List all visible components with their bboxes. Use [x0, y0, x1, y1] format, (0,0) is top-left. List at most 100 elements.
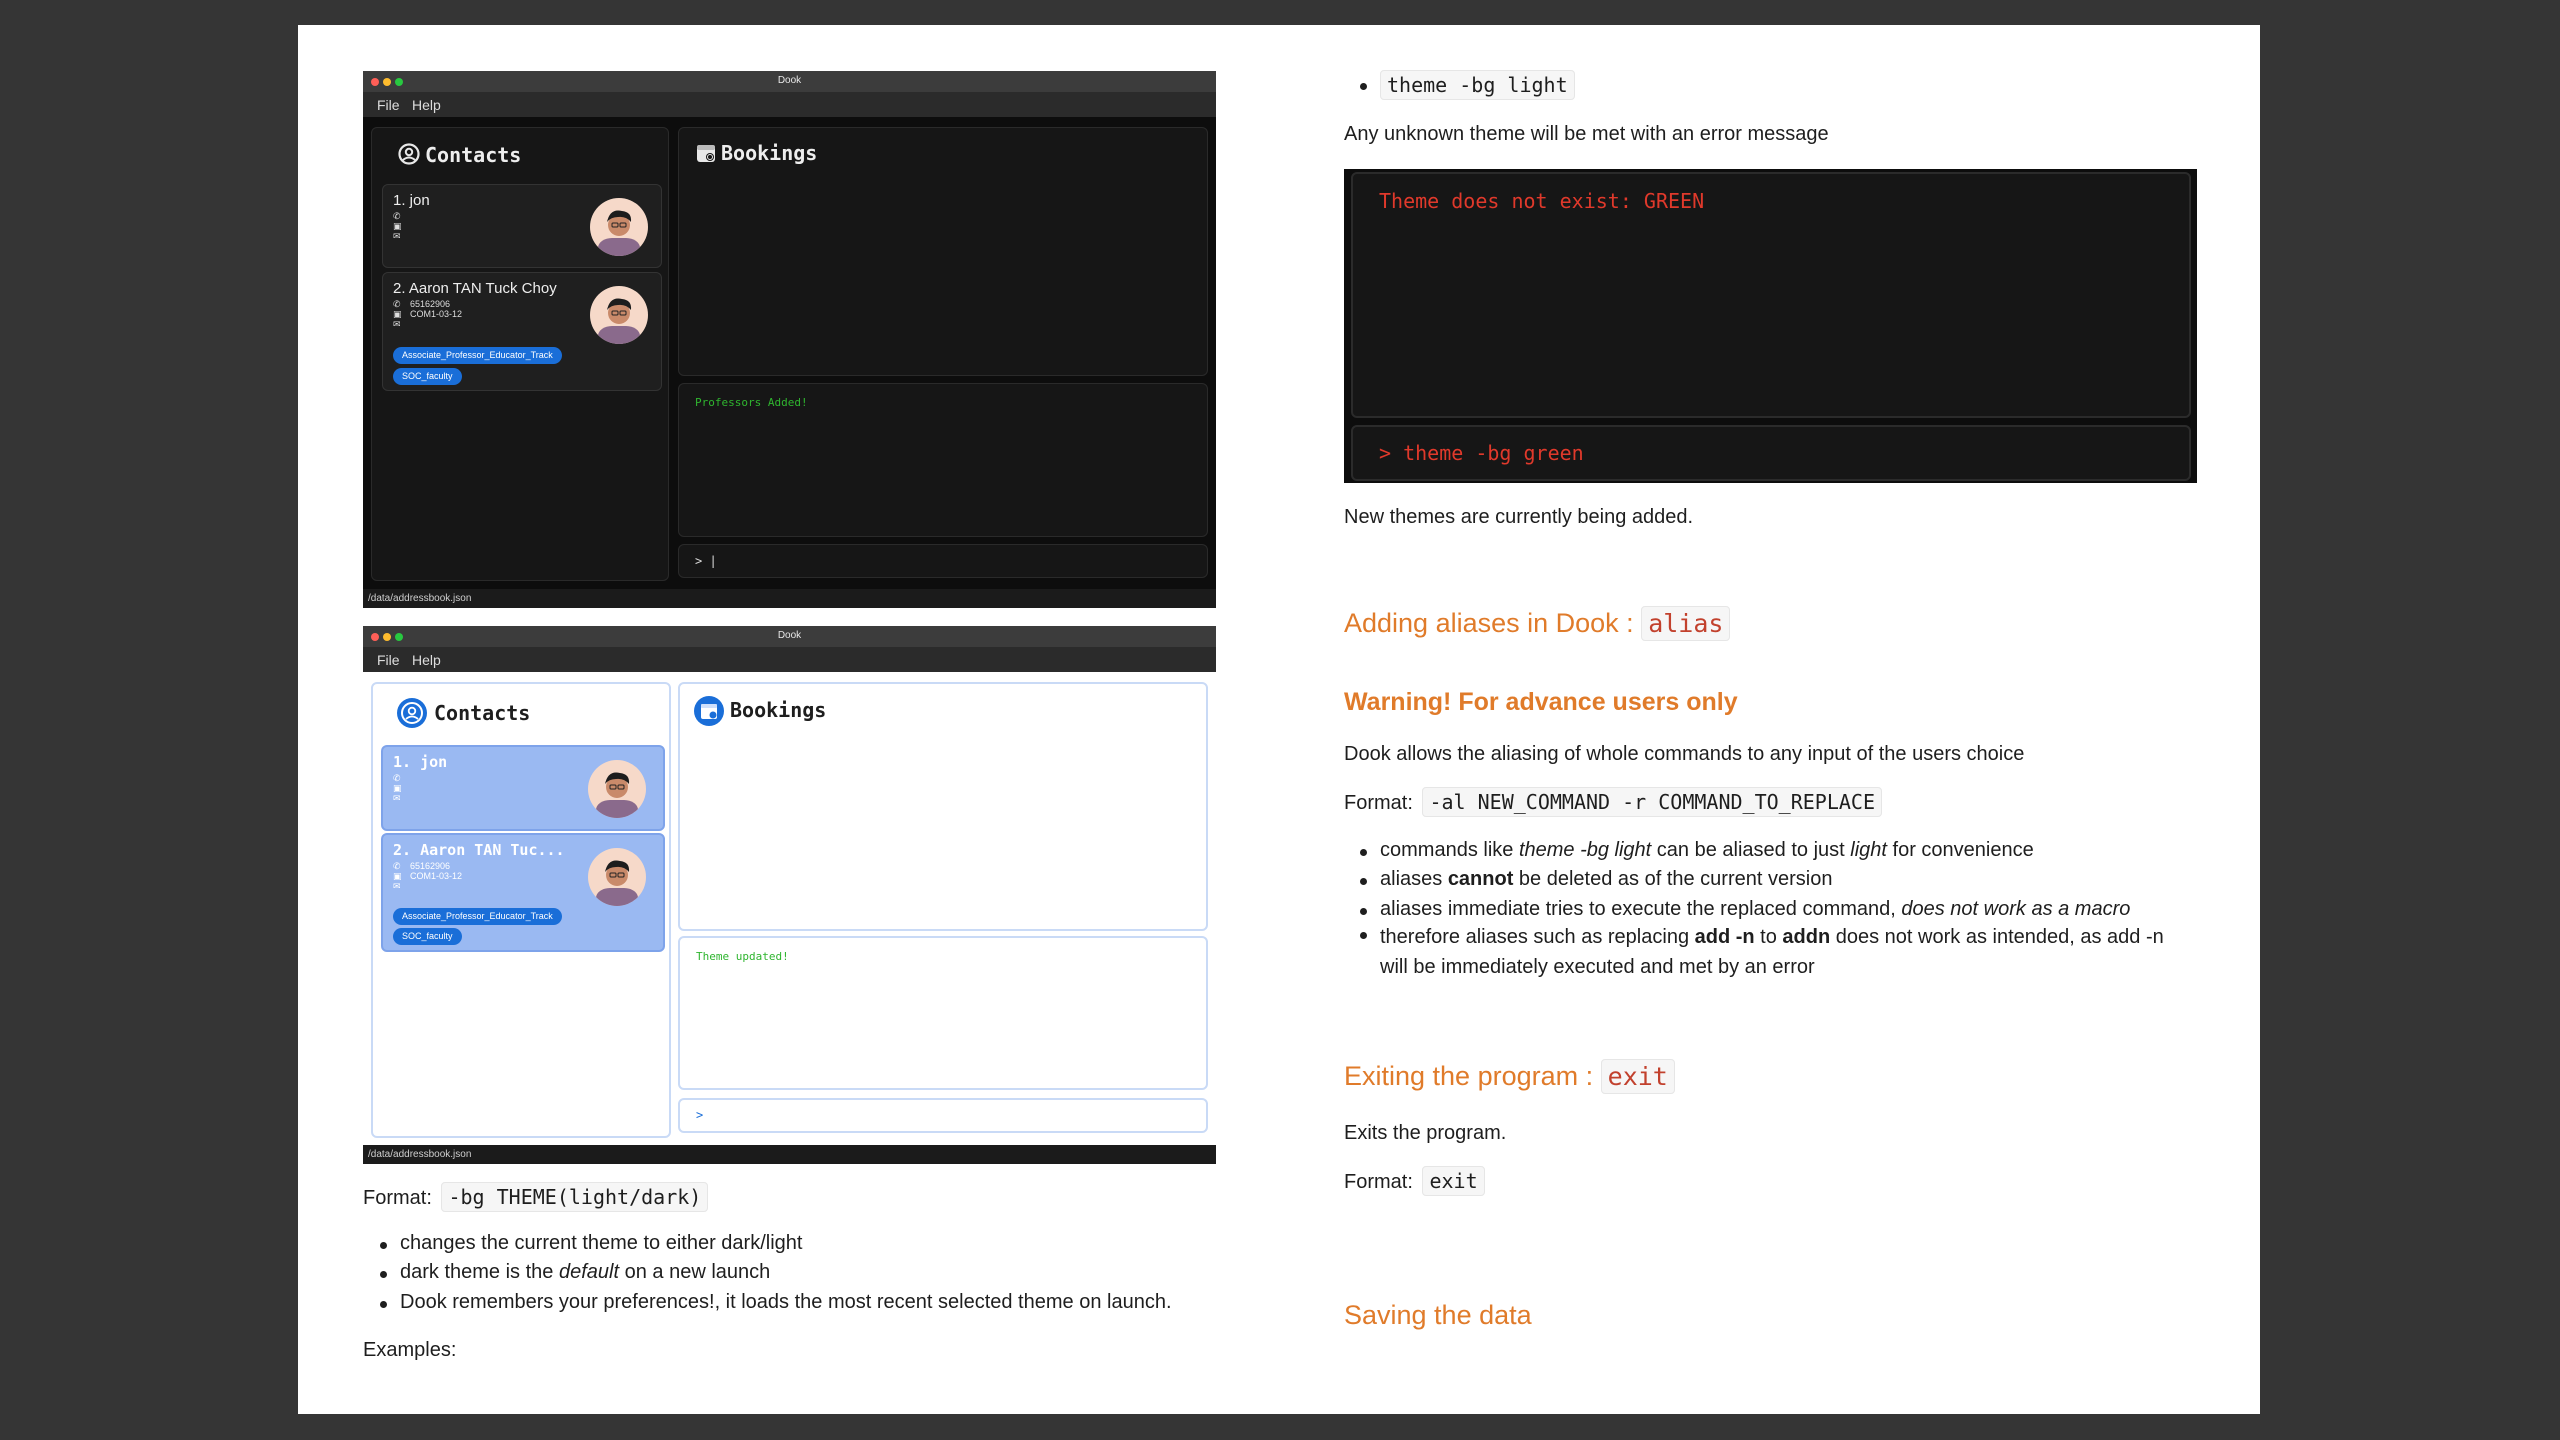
contact-name: 1. jon: [393, 753, 448, 771]
list-item: aliases immediate tries to execute the r…: [1359, 898, 2130, 921]
email-icon: ✉: [393, 793, 401, 803]
list-item-text: can be aliased to just: [1651, 839, 1851, 861]
contact-name: 2. Aaron TAN Tuc...: [393, 841, 565, 859]
bookings-panel: Bookings: [678, 682, 1208, 931]
result-text: Professors Added!: [695, 396, 808, 409]
menu-file[interactable]: File: [377, 652, 400, 668]
list-item-text: commands like: [1380, 839, 1519, 861]
contacts-panel: Contacts 1. jon ✆ ▣ ✉ 2. Aaron TAN Tuck …: [371, 127, 669, 581]
exit-heading: Exiting the program : exit: [1344, 1059, 1675, 1094]
new-themes-text: New themes are currently being added.: [1344, 506, 1694, 528]
result-text: Theme updated!: [696, 950, 789, 963]
email-icon: ✉: [393, 881, 401, 891]
contacts-panel: Contacts 1. jon ✆ ▣ ✉ 2. Aaron TAN Tuc..…: [371, 682, 671, 1138]
email-icon: ✉: [393, 231, 401, 241]
contact-office: COM1-03-12: [410, 309, 463, 319]
contact-card[interactable]: 1. jon ✆ ▣ ✉: [382, 184, 662, 268]
list-item-text: aliases: [1380, 868, 1448, 890]
dark-theme-screenshot: Dook File Help Contacts 1. jon ✆ ▣ ✉ 2. …: [363, 71, 1216, 608]
list-item: theme -bg light: [1360, 70, 1575, 100]
exit-description: Exits the program.: [1344, 1122, 1507, 1144]
avatar: [588, 760, 646, 818]
contacts-title: Contacts: [425, 143, 522, 167]
avatar: [590, 286, 648, 344]
calendar-icon: [697, 145, 715, 162]
command-input[interactable]: >: [678, 1098, 1208, 1133]
avatar: [590, 198, 648, 256]
error-command-text: > theme -bg green: [1379, 441, 1584, 465]
contact-name: 1. jon: [393, 192, 430, 209]
list-item-strong: cannot: [1447, 868, 1514, 890]
contact-phone: 65162906: [410, 861, 451, 871]
menu-file[interactable]: File: [377, 97, 400, 113]
contacts-icon: [397, 698, 427, 728]
example-code: theme -bg light: [1380, 70, 1575, 100]
format-code: -bg THEME(light/dark): [441, 1182, 709, 1212]
tag-badge: SOC_faculty: [393, 368, 462, 385]
warning-heading: Warning! For advance users only: [1344, 688, 1738, 716]
list-item-emphasis: light: [1850, 839, 1887, 861]
tag-badge: SOC_faculty: [393, 928, 462, 945]
alias-heading: Adding aliases in Dook : alias: [1344, 606, 1731, 641]
list-item: therefore aliases such as replacing add …: [1360, 922, 2200, 982]
command-text: > |: [695, 554, 717, 568]
command-input[interactable]: > theme -bg green: [1351, 425, 2191, 481]
format-code: -al NEW_COMMAND -r COMMAND_TO_REPLACE: [1422, 787, 1882, 817]
theme-format-line: Format: -bg THEME(light/dark): [363, 1182, 709, 1212]
calendar-icon: [694, 696, 724, 726]
contact-card[interactable]: 2. Aaron TAN Tuc... ✆ 65162906 ▣ COM1-03…: [381, 833, 665, 952]
light-theme-screenshot: Dook File Help Contacts 1. jon ✆ ▣ ✉ 2. …: [363, 626, 1216, 1164]
list-item-text: will be immediately executed and met by …: [1380, 956, 1815, 978]
window-title: Dook: [777, 630, 802, 641]
contact-card[interactable]: 2. Aaron TAN Tuck Choy ✆ 65162906 ▣ COM1…: [382, 272, 662, 391]
list-item-text: therefore aliases such as replacing: [1380, 926, 1695, 948]
status-file-path: /data/addressbook.json: [368, 1149, 472, 1160]
list-item-text: does not work as intended, as add -n: [1830, 926, 2164, 948]
status-file-path: /data/addressbook.json: [368, 593, 472, 604]
status-bar: /data/addressbook.json: [363, 1145, 1216, 1164]
error-screenshot: Theme does not exist: GREEN > theme -bg …: [1344, 169, 2197, 483]
list-item-text: dark theme is the: [400, 1261, 559, 1283]
tag-badge: Associate_Professor_Educator_Track: [393, 908, 562, 925]
contacts-title: Contacts: [434, 701, 531, 725]
list-item: Dook remembers your preferences!, it loa…: [380, 1291, 1172, 1313]
exit-format-line: Format: exit: [1344, 1166, 1485, 1196]
menu-bar: File Help: [363, 92, 1216, 117]
menu-bar: File Help: [363, 647, 1216, 672]
result-display: Theme does not exist: GREEN: [1351, 172, 2191, 418]
list-item: commands like theme -bg light can be ali…: [1360, 839, 2034, 862]
result-display: Theme updated!: [678, 936, 1208, 1090]
email-icon: ✉: [393, 319, 401, 329]
error-result-text: Theme does not exist: GREEN: [1379, 189, 1705, 213]
status-bar: /data/addressbook.json: [363, 589, 1216, 608]
list-item-strong: add -n: [1694, 926, 1755, 948]
list-item: dark theme is the default on a new launc…: [379, 1261, 770, 1284]
unknown-theme-text: Any unknown theme will be met with an er…: [1344, 123, 1829, 145]
command-text: >: [696, 1108, 704, 1122]
menu-help[interactable]: Help: [412, 97, 441, 113]
list-item-emphasis: default: [558, 1261, 620, 1283]
list-item-text: for convenience: [1886, 839, 2034, 861]
menu-help[interactable]: Help: [412, 652, 441, 668]
heading-text: Exiting the program :: [1344, 1061, 1594, 1091]
format-label: Format:: [1344, 792, 1413, 814]
window-title: Dook: [777, 75, 802, 86]
list-item-text: aliases immediate tries to execute the r…: [1380, 898, 1902, 920]
title-bar: Dook: [363, 71, 1216, 92]
format-label: Format:: [1344, 1171, 1413, 1193]
format-label: Format:: [363, 1187, 432, 1209]
contact-card[interactable]: 1. jon ✆ ▣ ✉: [381, 745, 665, 831]
result-display: Professors Added!: [678, 383, 1208, 537]
document-page: Dook File Help Contacts 1. jon ✆ ▣ ✉ 2. …: [298, 25, 2260, 1414]
list-item-emphasis: theme -bg light: [1518, 839, 1652, 861]
saving-heading: Saving the data: [1344, 1300, 1532, 1330]
bookings-panel: Bookings: [678, 127, 1208, 376]
examples-label: Examples:: [363, 1339, 457, 1361]
command-input[interactable]: > |: [678, 544, 1208, 578]
alias-description: Dook allows the aliasing of whole comman…: [1344, 743, 2025, 765]
contact-phone: 65162906: [410, 299, 451, 309]
avatar: [588, 848, 646, 906]
contact-name: 2. Aaron TAN Tuck Choy: [393, 280, 557, 297]
heading-code: exit: [1600, 1059, 1675, 1094]
list-item: changes the current theme to either dark…: [379, 1232, 803, 1254]
